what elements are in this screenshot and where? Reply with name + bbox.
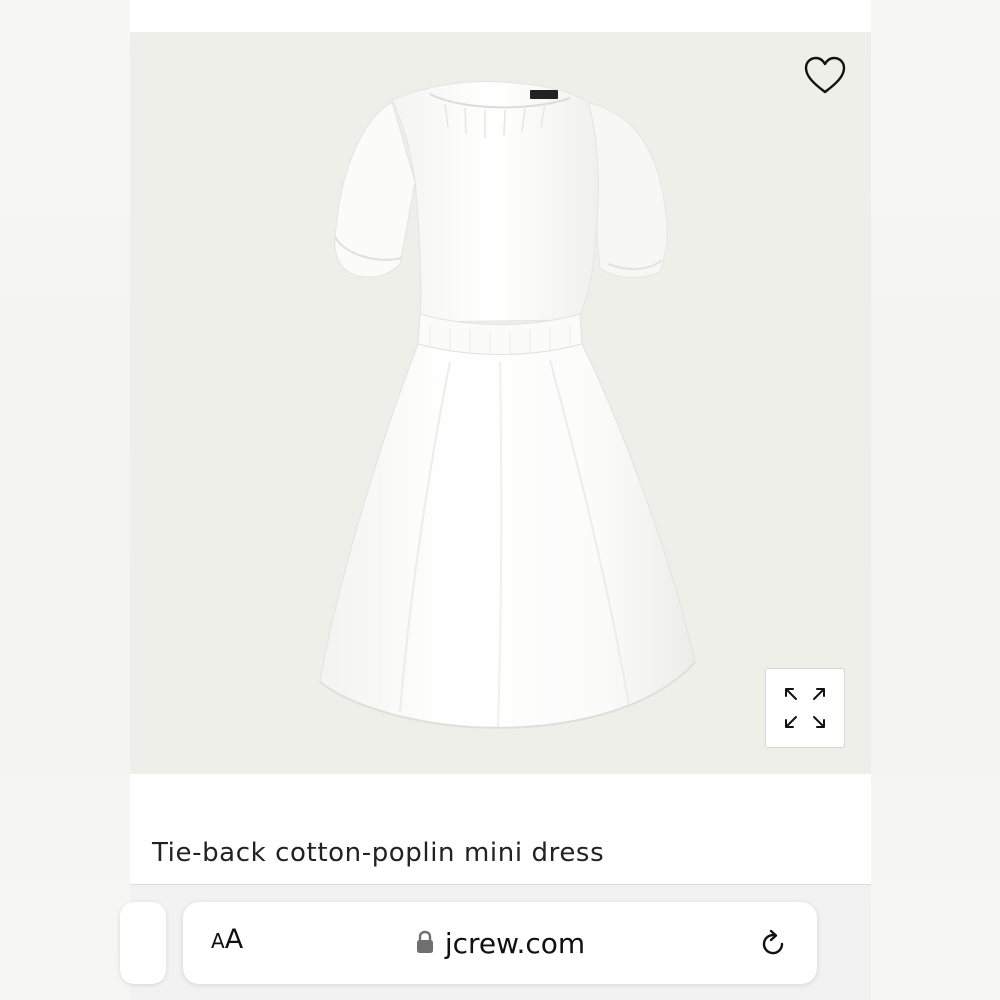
text-size-label-large: A (224, 924, 244, 955)
expand-arrows-icon (785, 688, 825, 728)
address-bar[interactable]: A A jcrew.com (183, 902, 817, 984)
url-text[interactable]: jcrew.com (445, 927, 585, 960)
text-size-button[interactable]: A A (211, 924, 243, 964)
expand-image-button[interactable] (765, 668, 845, 748)
reload-button[interactable] (753, 924, 793, 964)
product-title: Tie-back cotton-poplin mini dress (152, 838, 605, 868)
previous-tab-preview[interactable] (120, 902, 166, 984)
product-image[interactable] (130, 32, 871, 774)
background-blur-right (871, 0, 1000, 1000)
wishlist-button[interactable] (800, 50, 850, 100)
url-display: jcrew.com (183, 902, 817, 984)
page-top-strip (130, 0, 871, 32)
dress-photo (319, 81, 696, 729)
background-blur-left (0, 0, 130, 1000)
browser-toolbar: A A jcrew.com (120, 884, 871, 1000)
lock-icon (415, 930, 435, 958)
heart-outline-icon (804, 56, 846, 94)
text-size-label-small: A (211, 929, 225, 953)
mobile-browser-viewport: Tie-back cotton-poplin mini dress A A jc… (120, 0, 871, 1000)
reload-icon (762, 929, 784, 955)
